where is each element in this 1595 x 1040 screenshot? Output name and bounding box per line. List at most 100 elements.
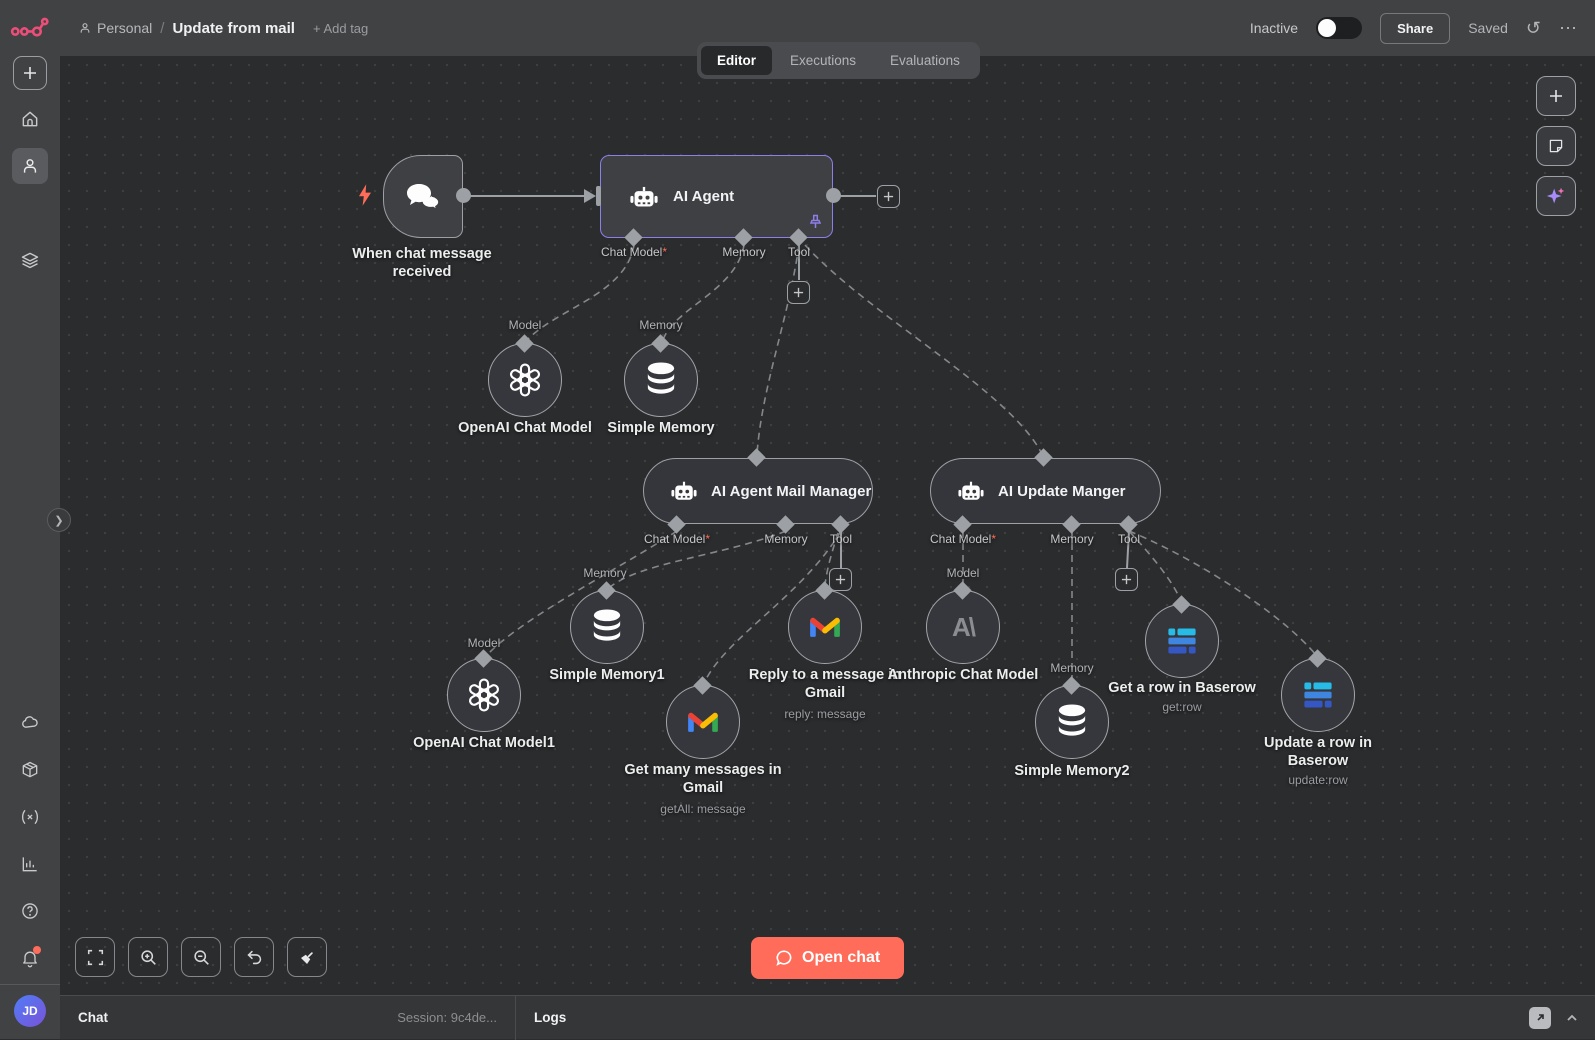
chat-trigger-icon bbox=[407, 183, 440, 211]
more-menu-icon[interactable]: ⋯ bbox=[1559, 19, 1577, 37]
view-tabs: Editor Executions Evaluations bbox=[697, 42, 980, 79]
workflow-canvas[interactable]: When chat message received AI Agent Chat… bbox=[60, 56, 1595, 995]
open-chat-button[interactable]: Open chat bbox=[751, 937, 905, 979]
add-tool-button[interactable] bbox=[829, 568, 852, 591]
node-anthropic-chat-model[interactable]: A\ bbox=[926, 590, 1000, 664]
output-port[interactable] bbox=[826, 188, 841, 203]
port-label-model: Model bbox=[467, 636, 501, 650]
chat-panel-title[interactable]: Chat bbox=[78, 1010, 108, 1025]
zoom-in-icon bbox=[140, 949, 156, 965]
node-baserow-get-row[interactable] bbox=[1145, 604, 1219, 678]
n8n-logo[interactable] bbox=[10, 13, 50, 43]
workflow-title[interactable]: Update from mail bbox=[172, 20, 295, 37]
node-gmail-reply[interactable] bbox=[788, 590, 862, 664]
node-title: AI Agent Mail Manager bbox=[711, 482, 872, 500]
robot-icon bbox=[958, 481, 984, 500]
add-node-button[interactable] bbox=[1536, 76, 1576, 116]
sidebar-item-home[interactable] bbox=[12, 101, 48, 137]
node-openai-chat-model[interactable] bbox=[488, 343, 562, 417]
node-label: Simple Memory1 bbox=[549, 667, 665, 683]
saved-status: Saved bbox=[1468, 20, 1508, 36]
workflow-status-label: Inactive bbox=[1249, 20, 1299, 36]
share-button[interactable]: Share bbox=[1380, 12, 1451, 44]
node-ai-update-manger[interactable]: AI Update Manger bbox=[930, 458, 1161, 524]
port-label-chat-model: Chat Model* bbox=[600, 245, 668, 259]
node-operation: get:row bbox=[1162, 700, 1202, 714]
node-baserow-update-row[interactable] bbox=[1281, 658, 1355, 732]
node-simple-memory1[interactable] bbox=[570, 590, 644, 664]
popout-icon[interactable] bbox=[1529, 1006, 1551, 1029]
node-gmail-get-many[interactable] bbox=[666, 685, 740, 759]
sidebar-item-insights[interactable] bbox=[12, 846, 48, 882]
add-tool-button[interactable] bbox=[1115, 568, 1138, 591]
output-port[interactable] bbox=[456, 188, 471, 203]
baserow-icon bbox=[1168, 628, 1196, 654]
node-ai-agent[interactable]: AI Agent bbox=[600, 155, 833, 238]
port-label-model: Model bbox=[508, 318, 542, 332]
tab-evaluations[interactable]: Evaluations bbox=[874, 46, 976, 75]
breadcrumb: Personal / Update from mail + Add tag bbox=[78, 20, 368, 37]
add-tag-button[interactable]: + Add tag bbox=[313, 21, 368, 36]
history-icon[interactable]: ↺ bbox=[1526, 19, 1541, 37]
node-openai-chat-model1[interactable] bbox=[447, 658, 521, 732]
create-workflow-button[interactable] bbox=[13, 56, 47, 90]
port-label-memory: Memory bbox=[1050, 532, 1094, 546]
port-label-memory: Memory bbox=[639, 318, 683, 332]
node-label: When chat message received bbox=[352, 246, 492, 280]
sidebar-expand-button[interactable]: ❯ bbox=[47, 508, 71, 532]
sidebar-item-variables[interactable] bbox=[12, 799, 48, 835]
gmail-icon bbox=[688, 712, 718, 732]
node-ai-agent-mail-manager[interactable]: AI Agent Mail Manager bbox=[643, 458, 873, 524]
node-label: Get a row in Baserow bbox=[1108, 680, 1256, 696]
node-operation: reply: message bbox=[784, 707, 866, 721]
help-icon bbox=[22, 903, 38, 919]
sidebar-item-templates[interactable] bbox=[12, 752, 48, 788]
ai-assistant-button[interactable] bbox=[1536, 176, 1576, 216]
node-label: Update a row in Baserow bbox=[1264, 735, 1372, 769]
canvas-controls bbox=[75, 937, 327, 977]
sticky-note-icon bbox=[1549, 139, 1563, 153]
sidebar-item-help[interactable] bbox=[12, 893, 48, 929]
canvas-side-panel bbox=[1536, 76, 1576, 216]
port-label-memory: Memory bbox=[722, 245, 766, 259]
breadcrumb-project[interactable]: Personal bbox=[78, 20, 152, 36]
undo-button[interactable] bbox=[234, 937, 274, 977]
node-title: AI Agent bbox=[673, 188, 735, 205]
user-icon bbox=[80, 23, 90, 33]
chat-bubble-icon bbox=[776, 950, 792, 966]
layers-icon bbox=[21, 252, 39, 269]
sticky-note-button[interactable] bbox=[1536, 126, 1576, 166]
workflow-status-toggle[interactable] bbox=[1316, 17, 1363, 39]
breadcrumb-separator: / bbox=[160, 19, 165, 37]
fit-view-button[interactable] bbox=[75, 937, 115, 977]
node-when-chat-message-received[interactable] bbox=[383, 155, 463, 238]
add-tool-button[interactable] bbox=[787, 281, 810, 304]
node-label: OpenAI Chat Model1 bbox=[413, 735, 555, 751]
trigger-bolt-icon bbox=[359, 184, 371, 206]
port-label-tool: Tool bbox=[787, 245, 811, 259]
database-icon bbox=[1058, 704, 1086, 736]
sidebar-item-notifications[interactable] bbox=[12, 940, 48, 976]
sidebar-item-personal[interactable] bbox=[12, 148, 48, 184]
node-simple-memory[interactable] bbox=[624, 343, 698, 417]
port-label-model: Model bbox=[946, 566, 980, 580]
port-label-memory: Memory bbox=[1050, 661, 1094, 675]
sidebar-item-cloud[interactable] bbox=[12, 705, 48, 741]
logs-panel-title[interactable]: Logs bbox=[534, 1010, 566, 1025]
sidebar-item-projects[interactable] bbox=[12, 242, 48, 278]
avatar[interactable]: JD bbox=[14, 995, 46, 1027]
collapse-panel-icon[interactable] bbox=[1565, 1011, 1579, 1025]
tidy-up-button[interactable] bbox=[287, 937, 327, 977]
zoom-in-button[interactable] bbox=[128, 937, 168, 977]
zoom-out-button[interactable] bbox=[181, 937, 221, 977]
port-label-chat-model: Chat Model* bbox=[929, 532, 997, 546]
tab-editor[interactable]: Editor bbox=[701, 46, 772, 75]
tidy-up-icon bbox=[300, 951, 313, 964]
robot-icon bbox=[630, 186, 658, 206]
add-node-icon bbox=[1550, 90, 1562, 102]
baserow-icon bbox=[1304, 682, 1332, 708]
add-connected-node-button[interactable] bbox=[877, 185, 900, 208]
robot-icon bbox=[671, 481, 697, 500]
tab-executions[interactable]: Executions bbox=[774, 46, 872, 75]
database-icon bbox=[647, 362, 675, 394]
